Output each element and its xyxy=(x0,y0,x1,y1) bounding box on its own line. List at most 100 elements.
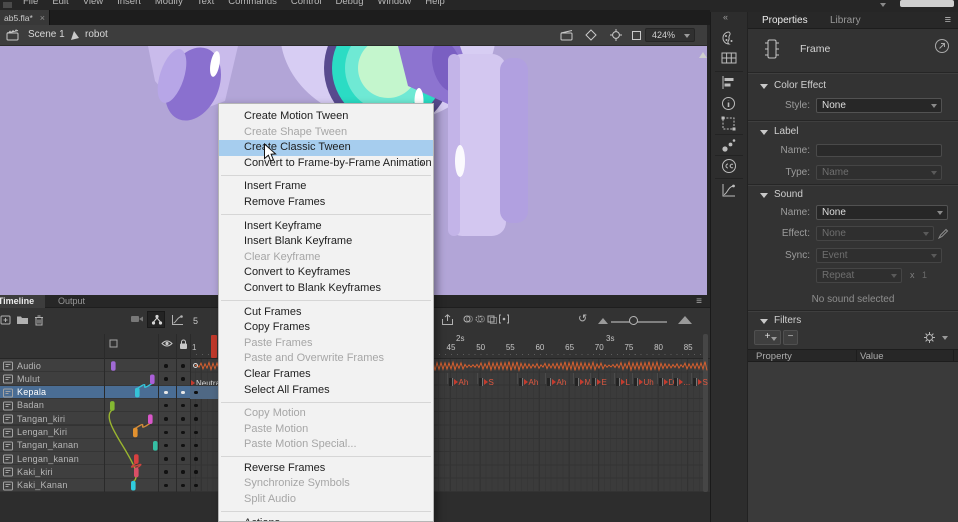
parent-pill-lengan-kiri[interactable] xyxy=(133,428,138,438)
timeline-zoom-slider[interactable] xyxy=(611,321,667,323)
timeline-zoom-knob[interactable] xyxy=(629,316,638,325)
collapse-triangle-icon[interactable] xyxy=(760,130,768,135)
edit-scene-icon[interactable] xyxy=(6,29,20,41)
breadcrumb-symbol[interactable]: robot xyxy=(85,29,108,40)
shrink-timeline-icon[interactable] xyxy=(598,318,608,324)
section-label[interactable]: Label xyxy=(774,126,798,137)
label-name-input[interactable] xyxy=(816,144,942,157)
menu-window[interactable]: Window xyxy=(371,0,419,9)
collapse-triangle-icon[interactable] xyxy=(760,193,768,198)
menu-help[interactable]: Help xyxy=(418,0,452,9)
accessibility-icon[interactable] xyxy=(934,38,950,54)
modify-markers-icon[interactable] xyxy=(499,314,509,324)
frame-label-e[interactable]: E xyxy=(590,373,607,384)
menu-insert[interactable]: Insert xyxy=(110,0,148,9)
lock-dot[interactable] xyxy=(181,470,185,474)
frame-label-ah[interactable]: Ah xyxy=(447,373,468,384)
delete-layer-icon[interactable] xyxy=(34,314,44,326)
frame-label-ah[interactable]: Ah xyxy=(545,373,566,384)
frame-label-uh[interactable]: Uh xyxy=(632,373,654,384)
keyframe-dot[interactable] xyxy=(194,470,198,474)
workspace-chevron-icon[interactable] xyxy=(880,3,886,7)
context-menu-item-cut-frames[interactable]: Cut Frames xyxy=(219,305,433,321)
onion-skin-icon[interactable] xyxy=(463,314,473,324)
parent-pill-mulut[interactable] xyxy=(150,375,155,385)
menu-edit[interactable]: Edit xyxy=(45,0,75,9)
edit-multiple-frames-icon[interactable] xyxy=(487,314,497,324)
new-layer-icon[interactable] xyxy=(0,314,12,326)
menu-control[interactable]: Control xyxy=(284,0,329,9)
context-menu-item-actions[interactable]: Actions xyxy=(219,516,433,522)
visibility-dot[interactable] xyxy=(164,417,168,421)
parent-pill-kaki-kiri[interactable] xyxy=(134,468,139,478)
timeline-scrollbar[interactable] xyxy=(703,334,708,492)
parent-pill-kaki-kanan[interactable] xyxy=(131,481,136,491)
parent-pill-tangan-kanan[interactable] xyxy=(153,441,158,451)
parent-pill-tangan-kiri[interactable] xyxy=(148,414,153,424)
menu-file[interactable]: File xyxy=(16,0,45,9)
visibility-dot[interactable] xyxy=(164,391,168,395)
context-menu-item-reverse-frames[interactable]: Reverse Frames xyxy=(219,461,433,477)
tab-output[interactable]: Output xyxy=(50,295,93,308)
document-tab[interactable]: ab5.fla* × xyxy=(0,10,50,25)
brush-library-icon[interactable] xyxy=(721,138,737,153)
parent-pill-kepala[interactable] xyxy=(135,388,140,398)
parent-pill-lengan-kanan[interactable] xyxy=(134,454,139,464)
remove-filter-button[interactable]: − xyxy=(783,330,798,345)
edit-scene-button-icon[interactable] xyxy=(560,29,574,41)
context-menu-item-convert-to-frame-by-frame-animation[interactable]: Convert to Frame-by-Frame Animation› xyxy=(219,156,433,172)
keyframe-dot[interactable] xyxy=(194,457,198,461)
add-camera-icon[interactable] xyxy=(130,314,144,324)
lock-dot[interactable] xyxy=(181,404,185,408)
visibility-dot[interactable] xyxy=(164,404,168,408)
section-color-effect[interactable]: Color Effect xyxy=(774,80,826,91)
new-folder-icon[interactable] xyxy=(16,314,29,325)
enlarge-timeline-icon[interactable] xyxy=(678,316,692,324)
frame-label-ah[interactable]: Ah xyxy=(517,373,538,384)
filter-options-gear-icon[interactable] xyxy=(923,331,936,344)
show-parenting-view-button[interactable] xyxy=(147,311,165,328)
tab-library[interactable]: Library xyxy=(830,15,861,26)
menu-view[interactable]: View xyxy=(76,0,110,9)
playhead[interactable] xyxy=(211,335,217,358)
context-menu-item-convert-to-blank-keyframes[interactable]: Convert to Blank Keyframes xyxy=(219,281,433,297)
collapse-panels-icon[interactable]: « xyxy=(723,12,727,22)
context-menu-item-clear-frames[interactable]: Clear Frames xyxy=(219,367,433,383)
visibility-dot[interactable] xyxy=(164,484,168,488)
swatches-icon[interactable] xyxy=(721,51,737,65)
info-panel-icon[interactable] xyxy=(721,96,736,111)
collapse-triangle-icon[interactable] xyxy=(760,84,768,89)
keyframe-dot[interactable] xyxy=(194,431,198,435)
section-filters[interactable]: Filters xyxy=(774,315,801,326)
onion-skin-outline-icon[interactable] xyxy=(475,314,485,324)
lock-dot[interactable] xyxy=(181,364,185,368)
menu-debug[interactable]: Debug xyxy=(329,0,371,9)
parent-pill-badan[interactable] xyxy=(110,401,115,411)
lock-dot[interactable] xyxy=(181,444,185,448)
collapse-triangle-icon[interactable] xyxy=(760,319,768,324)
tab-properties[interactable]: Properties xyxy=(762,15,808,26)
context-menu-item-create-motion-tween[interactable]: Create Motion Tween xyxy=(219,109,433,125)
color-panel-icon[interactable] xyxy=(721,30,737,46)
lock-dot[interactable] xyxy=(181,484,185,488)
filters-table-body[interactable] xyxy=(748,362,958,522)
transform-panel-icon[interactable] xyxy=(721,116,736,131)
chevron-down-icon[interactable] xyxy=(942,336,948,340)
context-menu-item-insert-keyframe[interactable]: Insert Keyframe xyxy=(219,219,433,235)
context-menu-item-create-classic-tween[interactable]: Create Classic Tween xyxy=(219,140,433,156)
lock-dot[interactable] xyxy=(181,391,185,395)
edit-symbols-button-icon[interactable] xyxy=(585,29,597,41)
cc-libraries-icon[interactable] xyxy=(721,158,737,174)
frame-label-neutral[interactable]: Neutral xyxy=(191,374,218,385)
frame-label-s[interactable]: S xyxy=(691,373,708,384)
parent-pill-audio[interactable] xyxy=(111,361,116,371)
context-menu-item-remove-frames[interactable]: Remove Frames xyxy=(219,195,433,211)
frame-strip[interactable]: Neutral xyxy=(190,359,218,492)
close-tab-icon[interactable]: × xyxy=(40,13,45,23)
tab-timeline[interactable]: Timeline xyxy=(0,295,45,308)
keyframe-dot[interactable] xyxy=(194,417,198,421)
center-stage-icon[interactable] xyxy=(610,29,622,41)
add-filter-button[interactable]: + xyxy=(754,330,781,345)
frame-label-s[interactable]: S xyxy=(477,373,494,384)
keyframe-dot[interactable] xyxy=(194,444,198,448)
